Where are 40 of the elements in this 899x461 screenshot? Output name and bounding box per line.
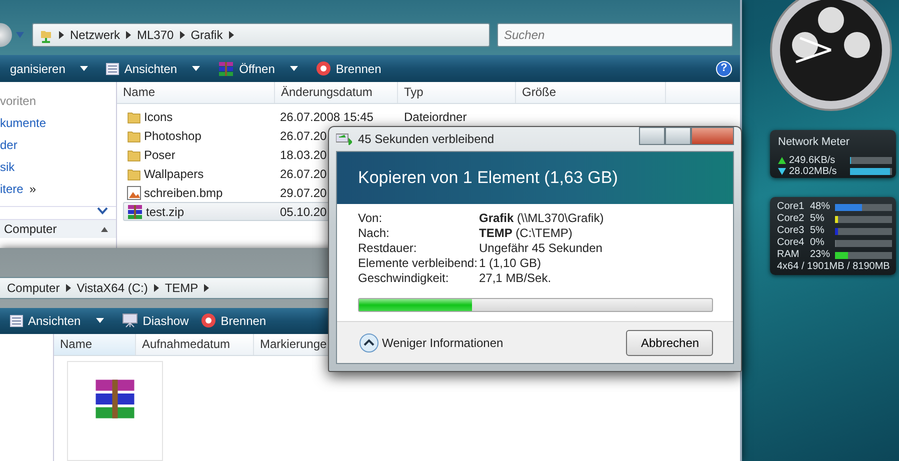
file-date: 26.07.2008 15:45 [280, 110, 374, 124]
meter-name: Core3 [777, 225, 806, 237]
file-date: 29.07.20 [280, 186, 327, 200]
meter-name: Core1 [777, 201, 806, 213]
detail-value: 1 (1,10 GB) [479, 256, 542, 271]
file-name: test.zip [146, 204, 184, 220]
detail-label: Elemente verbleibend: [358, 256, 478, 271]
meter-reading: 5% [810, 213, 826, 225]
rate-reading: 28.02MB/s [789, 164, 838, 178]
meter-reading: 48% [810, 201, 832, 213]
file-name: Wallpapers [144, 166, 204, 182]
file-name: Photoshop [144, 128, 202, 144]
meter-reading: 23% [810, 249, 832, 261]
detail-label: Geschwindigkeit: [358, 270, 450, 286]
file-date: 05.10.20 [280, 205, 327, 219]
detail-value: Grafik (\\ML370\Grafik) [479, 210, 604, 226]
meter-summary: 4x64 / 1901MB / 8190MB [777, 261, 891, 273]
file-type: Dateiordner [404, 110, 467, 124]
meter-name: RAM [777, 249, 800, 261]
detail-label: Restdauer: [358, 240, 418, 256]
nav-header: voriten [0, 93, 38, 110]
detail-value: 27,1 MB/Sek. [479, 270, 552, 286]
gadget-title: Network Meter [778, 135, 851, 150]
dialog-title: 45 Sekunden verbleibend [358, 130, 494, 148]
file-date: 26.07.20 [280, 129, 327, 143]
detail-value: Ungefähr 45 Sekunden [479, 240, 602, 256]
file-date: 18.03.20 [280, 148, 327, 162]
file-date: 26.07.20 [280, 167, 327, 181]
detail-label: Von: [358, 210, 384, 226]
file-name: Poser [144, 146, 176, 164]
meter-reading: 5% [810, 225, 826, 237]
detail-value: TEMP (C:\TEMP) [479, 226, 572, 241]
detail-label: Nach: [358, 226, 390, 241]
meter-name: Core2 [777, 213, 806, 225]
meter-name: Core4 [777, 237, 806, 249]
dialog-heading: Kopieren von 1 Element (1,63 GB) [358, 167, 618, 190]
meter-reading: 0% [810, 237, 826, 249]
file-name: schreiben.bmp [144, 184, 223, 202]
rate-reading: 249.6KB/s [789, 154, 836, 166]
file-name: Icons [144, 108, 173, 126]
